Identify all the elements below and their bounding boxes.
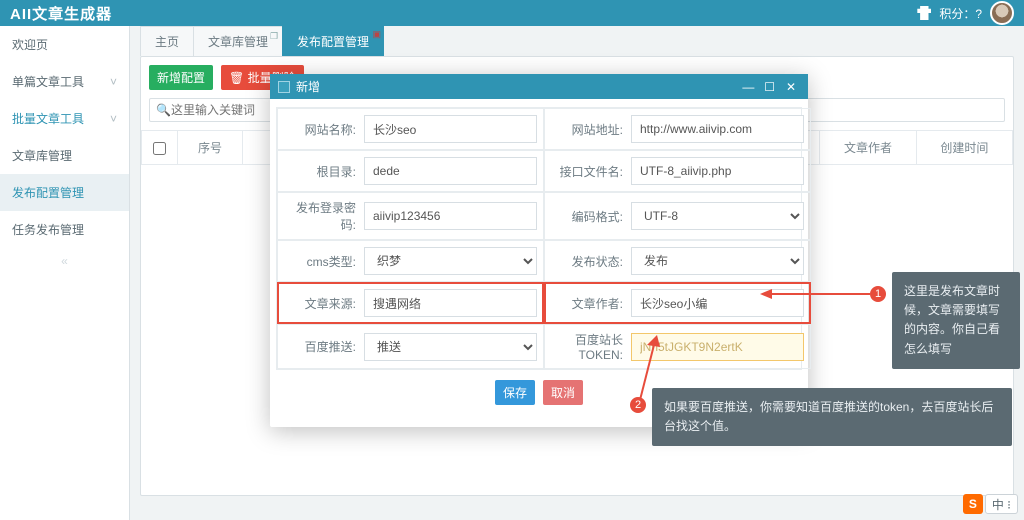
ime-indicator[interactable]: S 中 ⁝: [963, 494, 1018, 514]
select-encoding[interactable]: UTF-8: [631, 202, 804, 230]
search-icon: 🔍: [156, 103, 171, 117]
tab-publish-config[interactable]: 发布配置管理▣: [282, 26, 384, 56]
nav-publish-config[interactable]: 发布配置管理: [0, 174, 129, 211]
app-title: AII文章生成器: [10, 3, 112, 24]
add-config-button[interactable]: 新增配置: [149, 65, 213, 90]
col-index: 序号: [178, 131, 242, 165]
tab-home[interactable]: 主页: [140, 26, 194, 56]
label-baidu-token: 百度站长TOKEN:: [551, 331, 623, 362]
modal-icon: [278, 81, 290, 93]
label-encoding: 编码格式:: [551, 208, 623, 225]
close-icon[interactable]: ✕: [782, 80, 800, 94]
input-pub-pwd[interactable]: [364, 202, 537, 230]
col-author: 文章作者: [820, 131, 916, 165]
label-site-url: 网站地址:: [551, 121, 623, 138]
select-cms-type[interactable]: 织梦: [364, 247, 537, 275]
label-cms-type: cms类型:: [284, 253, 356, 270]
avatar[interactable]: [990, 1, 1014, 25]
nav-article-db[interactable]: 文章库管理: [0, 137, 129, 174]
tab-close-icon[interactable]: ▣: [373, 29, 382, 40]
input-site-name[interactable]: [364, 115, 537, 143]
input-source[interactable]: [364, 289, 537, 317]
label-root-dir: 根目录:: [284, 163, 356, 180]
cancel-button[interactable]: 取消: [543, 380, 583, 405]
select-pub-state[interactable]: 发布: [631, 247, 804, 275]
gift-icon: [917, 6, 931, 20]
input-site-url[interactable]: [631, 115, 804, 143]
save-button[interactable]: 保存: [495, 380, 535, 405]
chevron-down-icon: ˅: [110, 112, 117, 126]
annotation-badge-1: 1: [870, 286, 886, 302]
select-all-checkbox[interactable]: [153, 142, 166, 155]
input-author[interactable]: [631, 289, 804, 317]
input-root-dir[interactable]: [364, 157, 537, 185]
form-grid: 网站名称: 网站地址: 根目录: 接口文件名: 发布登录密码: 编码格式: UTF…: [276, 107, 802, 370]
label-pub-state: 发布状态:: [551, 253, 623, 270]
modal-titlebar[interactable]: 新增 — ☐ ✕: [270, 74, 808, 99]
nav-welcome[interactable]: 欢迎页: [0, 26, 129, 63]
nav-batch[interactable]: 批量文章工具˅: [0, 100, 129, 137]
add-config-modal: 新增 — ☐ ✕ 网站名称: 网站地址: 根目录: 接口文件名: 发布登录密码:…: [270, 74, 808, 427]
label-site-name: 网站名称:: [284, 121, 356, 138]
label-source: 文章来源:: [284, 295, 356, 312]
tab-popout-icon[interactable]: ❐: [270, 31, 278, 42]
ime-mode: 中 ⁝: [985, 494, 1018, 514]
modal-title: 新增: [296, 78, 320, 95]
label-pub-pwd: 发布登录密码:: [284, 199, 356, 233]
ime-logo-icon: S: [963, 494, 983, 514]
annotation-tip-1: 这里是发布文章时候，文章需要填写的内容。你自己看怎么填写: [892, 272, 1020, 369]
col-created: 创建时间: [916, 131, 1012, 165]
label-api-file: 接口文件名:: [551, 163, 623, 180]
minimize-icon[interactable]: —: [739, 80, 757, 94]
label-author: 文章作者:: [551, 295, 623, 312]
top-bar: AII文章生成器 积分：?: [0, 0, 1024, 26]
nav-single[interactable]: 单篇文章工具˅: [0, 63, 129, 100]
chevron-down-icon: ˅: [110, 75, 117, 89]
tab-article-db[interactable]: 文章库管理❐: [193, 26, 283, 56]
input-api-file[interactable]: [631, 157, 804, 185]
nav-task-publish[interactable]: 任务发布管理: [0, 211, 129, 248]
left-nav: 欢迎页 单篇文章工具˅ 批量文章工具˅ 文章库管理 发布配置管理 任务发布管理 …: [0, 26, 130, 520]
input-baidu-token[interactable]: [631, 333, 804, 361]
maximize-icon[interactable]: ☐: [761, 80, 779, 94]
points-label: 积分：?: [939, 5, 982, 22]
annotation-tip-2: 如果要百度推送，你需要知道百度推送的token，去百度站长后台找这个值。: [652, 388, 1012, 446]
annotation-badge-2: 2: [630, 397, 646, 413]
trash-icon: 🗑: [229, 71, 244, 85]
tab-strip: 主页 文章库管理❐ 发布配置管理▣: [140, 26, 1014, 56]
select-baidu-push[interactable]: 推送: [364, 333, 537, 361]
label-baidu-push: 百度推送:: [284, 338, 356, 355]
collapse-icon[interactable]: «: [0, 248, 129, 274]
